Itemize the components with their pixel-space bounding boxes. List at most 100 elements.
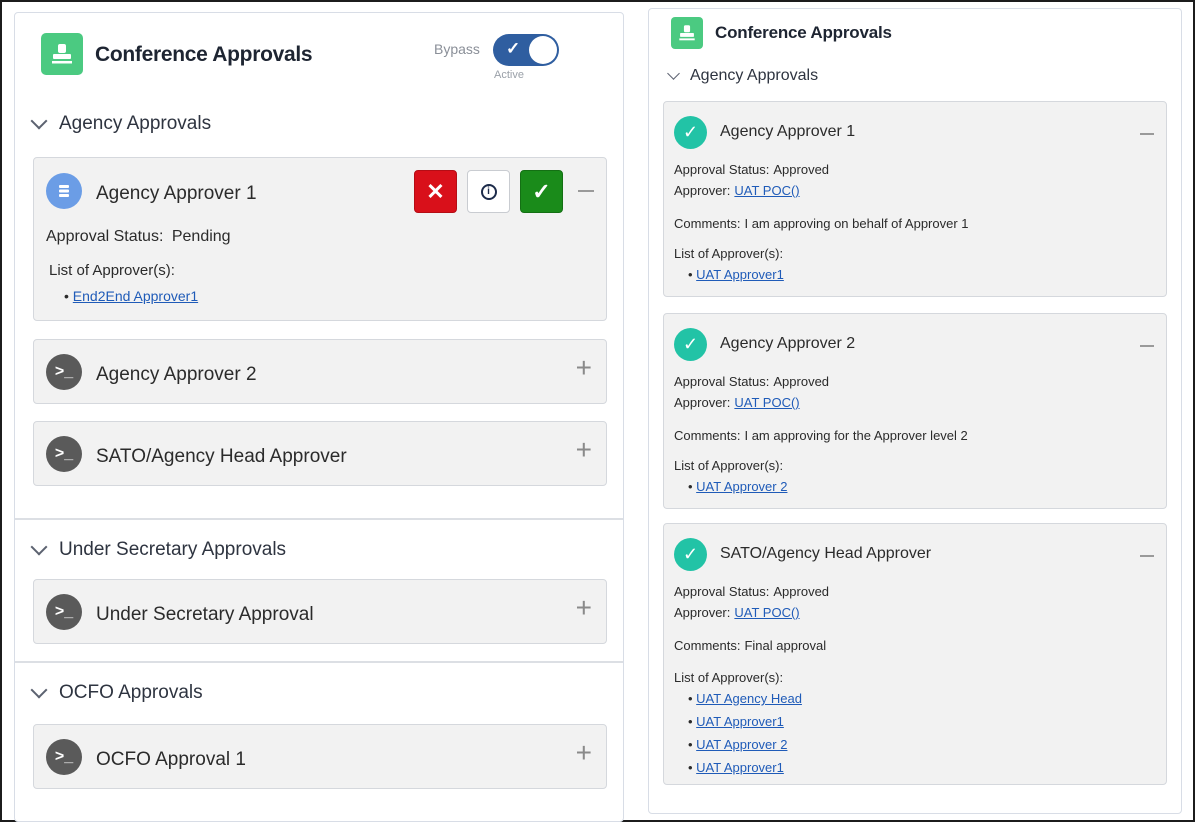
approver-link[interactable]: UAT POC() [734,183,799,198]
status-label: Approval Status: [674,374,770,389]
terminal-icon: >_ [46,739,82,775]
approver-link[interactable]: UAT Agency Head [696,691,802,706]
approved-check-icon: ✓ [674,328,707,361]
approval-card-agency-approver-2[interactable]: >_ Agency Approver 2 + [33,339,607,404]
approver-link[interactable]: UAT Approver1 [696,714,784,729]
check-icon: ✓ [532,178,551,204]
reject-button[interactable]: ✕ [414,170,457,213]
left-approvals-panel: Conference Approvals Bypass ✓ Active Age… [14,12,624,822]
approver-row: Approver: UAT POC() [674,183,800,198]
bypass-toggle[interactable]: ✓ [493,34,559,66]
section-label: OCFO Approvals [59,682,203,703]
comments-value: I am approving on behalf of Approver 1 [744,216,969,231]
toggle-knob [529,36,557,64]
x-icon: ✕ [426,178,445,204]
status-label: Approval Status: [674,162,770,177]
approved-check-icon: ✓ [674,116,707,149]
expand-plus-icon[interactable]: + [576,592,592,624]
collapse-icon[interactable] [1140,133,1154,135]
status-label: Approval Status: [674,584,770,599]
list-item: • End2End Approver1 [64,288,198,304]
approver-link[interactable]: End2End Approver1 [73,288,198,304]
approver-list-label: List of Approver(s): [674,670,784,685]
section-label: Agency Approvals [690,67,819,84]
comments-value: I am approving for the Approver level 2 [744,428,968,443]
collapse-icon[interactable] [578,190,594,192]
section-divider [15,661,623,663]
list-item: • UAT Approver1 [688,714,784,729]
expand-plus-icon[interactable]: + [576,434,592,466]
approver-label: Approver: [674,183,731,198]
approver-link[interactable]: UAT POC() [734,395,799,410]
chevron-down-icon [667,67,680,80]
stamp-icon [671,17,703,49]
collapse-icon[interactable] [1140,555,1154,557]
status-label: Approval Status: [46,228,164,245]
card-title: Agency Approver 2 [96,364,257,385]
approver-list-label: List of Approver(s): [49,262,175,279]
approved-card-agency-approver-1: ✓ Agency Approver 1 Approval Status: Appr… [663,101,1167,297]
approver-list-label: List of Approver(s): [674,246,784,261]
approval-card-sato-agency-head[interactable]: >_ SATO/Agency Head Approver + [33,421,607,486]
chevron-down-icon [30,538,48,556]
approver-link[interactable]: UAT Approver 2 [696,479,787,494]
approver-link[interactable]: UAT Approver1 [696,760,784,775]
approver-link[interactable]: UAT Approver 2 [696,737,787,752]
section-toggle-ocfo-approvals[interactable]: OCFO Approvals [30,681,203,704]
comments-row: Comments: I am approving for the Approver… [674,428,968,443]
info-button[interactable]: i [467,170,510,213]
card-title: SATO/Agency Head Approver [720,545,932,562]
bypass-label: Bypass [434,41,480,57]
approval-card-agency-approver-1: Agency Approver 1 ✕ i ✓ Approval Status:… [33,157,607,321]
chevron-down-icon [30,112,48,130]
collapse-icon[interactable] [1140,345,1154,347]
page-title: Conference Approvals [95,43,313,66]
approver-badge-icon [46,173,82,209]
section-toggle-agency-approvals[interactable]: Agency Approvals [667,67,819,85]
status-value: Pending [171,228,231,245]
info-icon: i [480,183,497,200]
terminal-icon: >_ [46,594,82,630]
list-item: • UAT Approver 2 [688,479,788,494]
approved-card-sato-agency-head: ✓ SATO/Agency Head Approver Approval Sta… [663,523,1167,785]
page-title: Conference Approvals [715,23,892,42]
list-item: • UAT Agency Head [688,691,802,706]
approval-card-ocfo-1[interactable]: >_ OCFO Approval 1 + [33,724,607,789]
expand-plus-icon[interactable]: + [576,352,592,384]
bullet: • [64,288,69,304]
section-toggle-under-secretary-approvals[interactable]: Under Secretary Approvals [30,538,287,561]
approved-card-agency-approver-2: ✓ Agency Approver 2 Approval Status: Appr… [663,313,1167,509]
comments-row: Comments: I am approving on behalf of App… [674,216,969,231]
section-divider [15,518,623,520]
comments-label: Comments: [674,428,741,443]
approve-button[interactable]: ✓ [520,170,563,213]
approved-check-icon: ✓ [674,538,707,571]
card-title: Agency Approver 2 [720,335,856,352]
panel-header: Conference Approvals Bypass ✓ Active [15,13,623,99]
approval-card-under-secretary[interactable]: >_ Under Secretary Approval + [33,579,607,644]
section-label: Agency Approvals [59,113,212,134]
comments-label: Comments: [674,638,741,653]
check-icon: ✓ [506,39,521,58]
approval-status: Approval Status: Pending [46,228,231,246]
expand-plus-icon[interactable]: + [576,737,592,769]
chevron-down-icon [30,681,48,699]
card-title: Agency Approver 1 [96,183,257,204]
comments-label: Comments: [674,216,741,231]
status-value: Approved [773,162,830,177]
card-title: Agency Approver 1 [720,123,856,140]
approver-list-label: List of Approver(s): [674,458,784,473]
terminal-icon: >_ [46,354,82,390]
approver-link[interactable]: UAT Approver1 [696,267,784,282]
section-toggle-agency-approvals[interactable]: Agency Approvals [30,112,212,135]
approver-row: Approver: UAT POC() [674,395,800,410]
toggle-state-label: Active [494,69,524,81]
approval-status: Approval Status: Approved [674,374,829,389]
list-item: • UAT Approver1 [688,760,784,775]
comments-row: Comments: Final approval [674,638,826,653]
section-label: Under Secretary Approvals [59,539,287,560]
approver-link[interactable]: UAT POC() [734,605,799,620]
list-item: • UAT Approver 2 [688,737,788,752]
approver-row: Approver: UAT POC() [674,605,800,620]
terminal-icon: >_ [46,436,82,472]
